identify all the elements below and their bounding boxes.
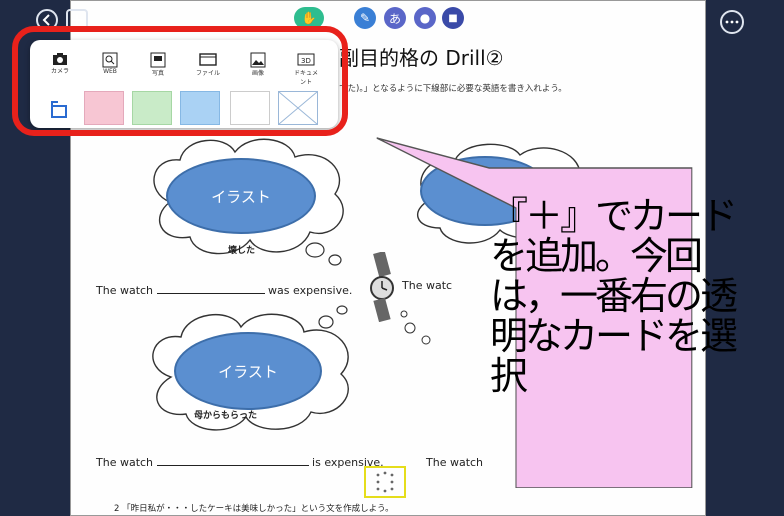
stop-icon: ■ xyxy=(448,12,458,24)
plus-icon xyxy=(72,15,82,25)
ellipsis-icon xyxy=(725,20,739,24)
sentence-1-start: The watch xyxy=(96,284,154,297)
mic-tool-button[interactable]: ● xyxy=(414,7,436,29)
more-menu-button[interactable] xyxy=(720,10,744,34)
bubble-caption-2: 母からもらった xyxy=(194,411,258,421)
mic-icon: ● xyxy=(419,11,431,25)
kana-icon: あ xyxy=(388,11,401,26)
instruction-text: でた)。」となるように下線部に必要な英語を書き入れよう。 xyxy=(339,84,567,94)
pen-tool-button[interactable]: ✎ xyxy=(354,7,376,29)
arrow-left-icon xyxy=(42,14,50,26)
answer-blank-1[interactable] xyxy=(156,285,265,294)
pen-icon: ✎ xyxy=(359,11,371,25)
illustration-label: イラスト xyxy=(218,362,278,381)
highlight-box xyxy=(12,26,348,136)
answer-blank-2[interactable] xyxy=(156,457,309,466)
illustration-placeholder-1[interactable]: イラスト xyxy=(166,158,316,234)
hand-icon: ✋ xyxy=(301,11,317,25)
sentence-2-start: The watch xyxy=(96,456,154,469)
stop-tool-button[interactable]: ■ xyxy=(442,7,464,29)
footer-question: 2 「昨日私が・・・したケーキは美味しかった」という文を作成しよう。 xyxy=(114,504,394,514)
bubble-caption-1: 壊した xyxy=(228,246,256,256)
callout-text: 『＋』でカードを追加。今回は，一番右の透明なカードを選択 xyxy=(490,194,738,398)
illustration-label: イラスト xyxy=(211,187,271,206)
page-title: 副目的格の Drill② xyxy=(339,46,504,70)
kana-tool-button[interactable]: あ xyxy=(384,7,406,29)
